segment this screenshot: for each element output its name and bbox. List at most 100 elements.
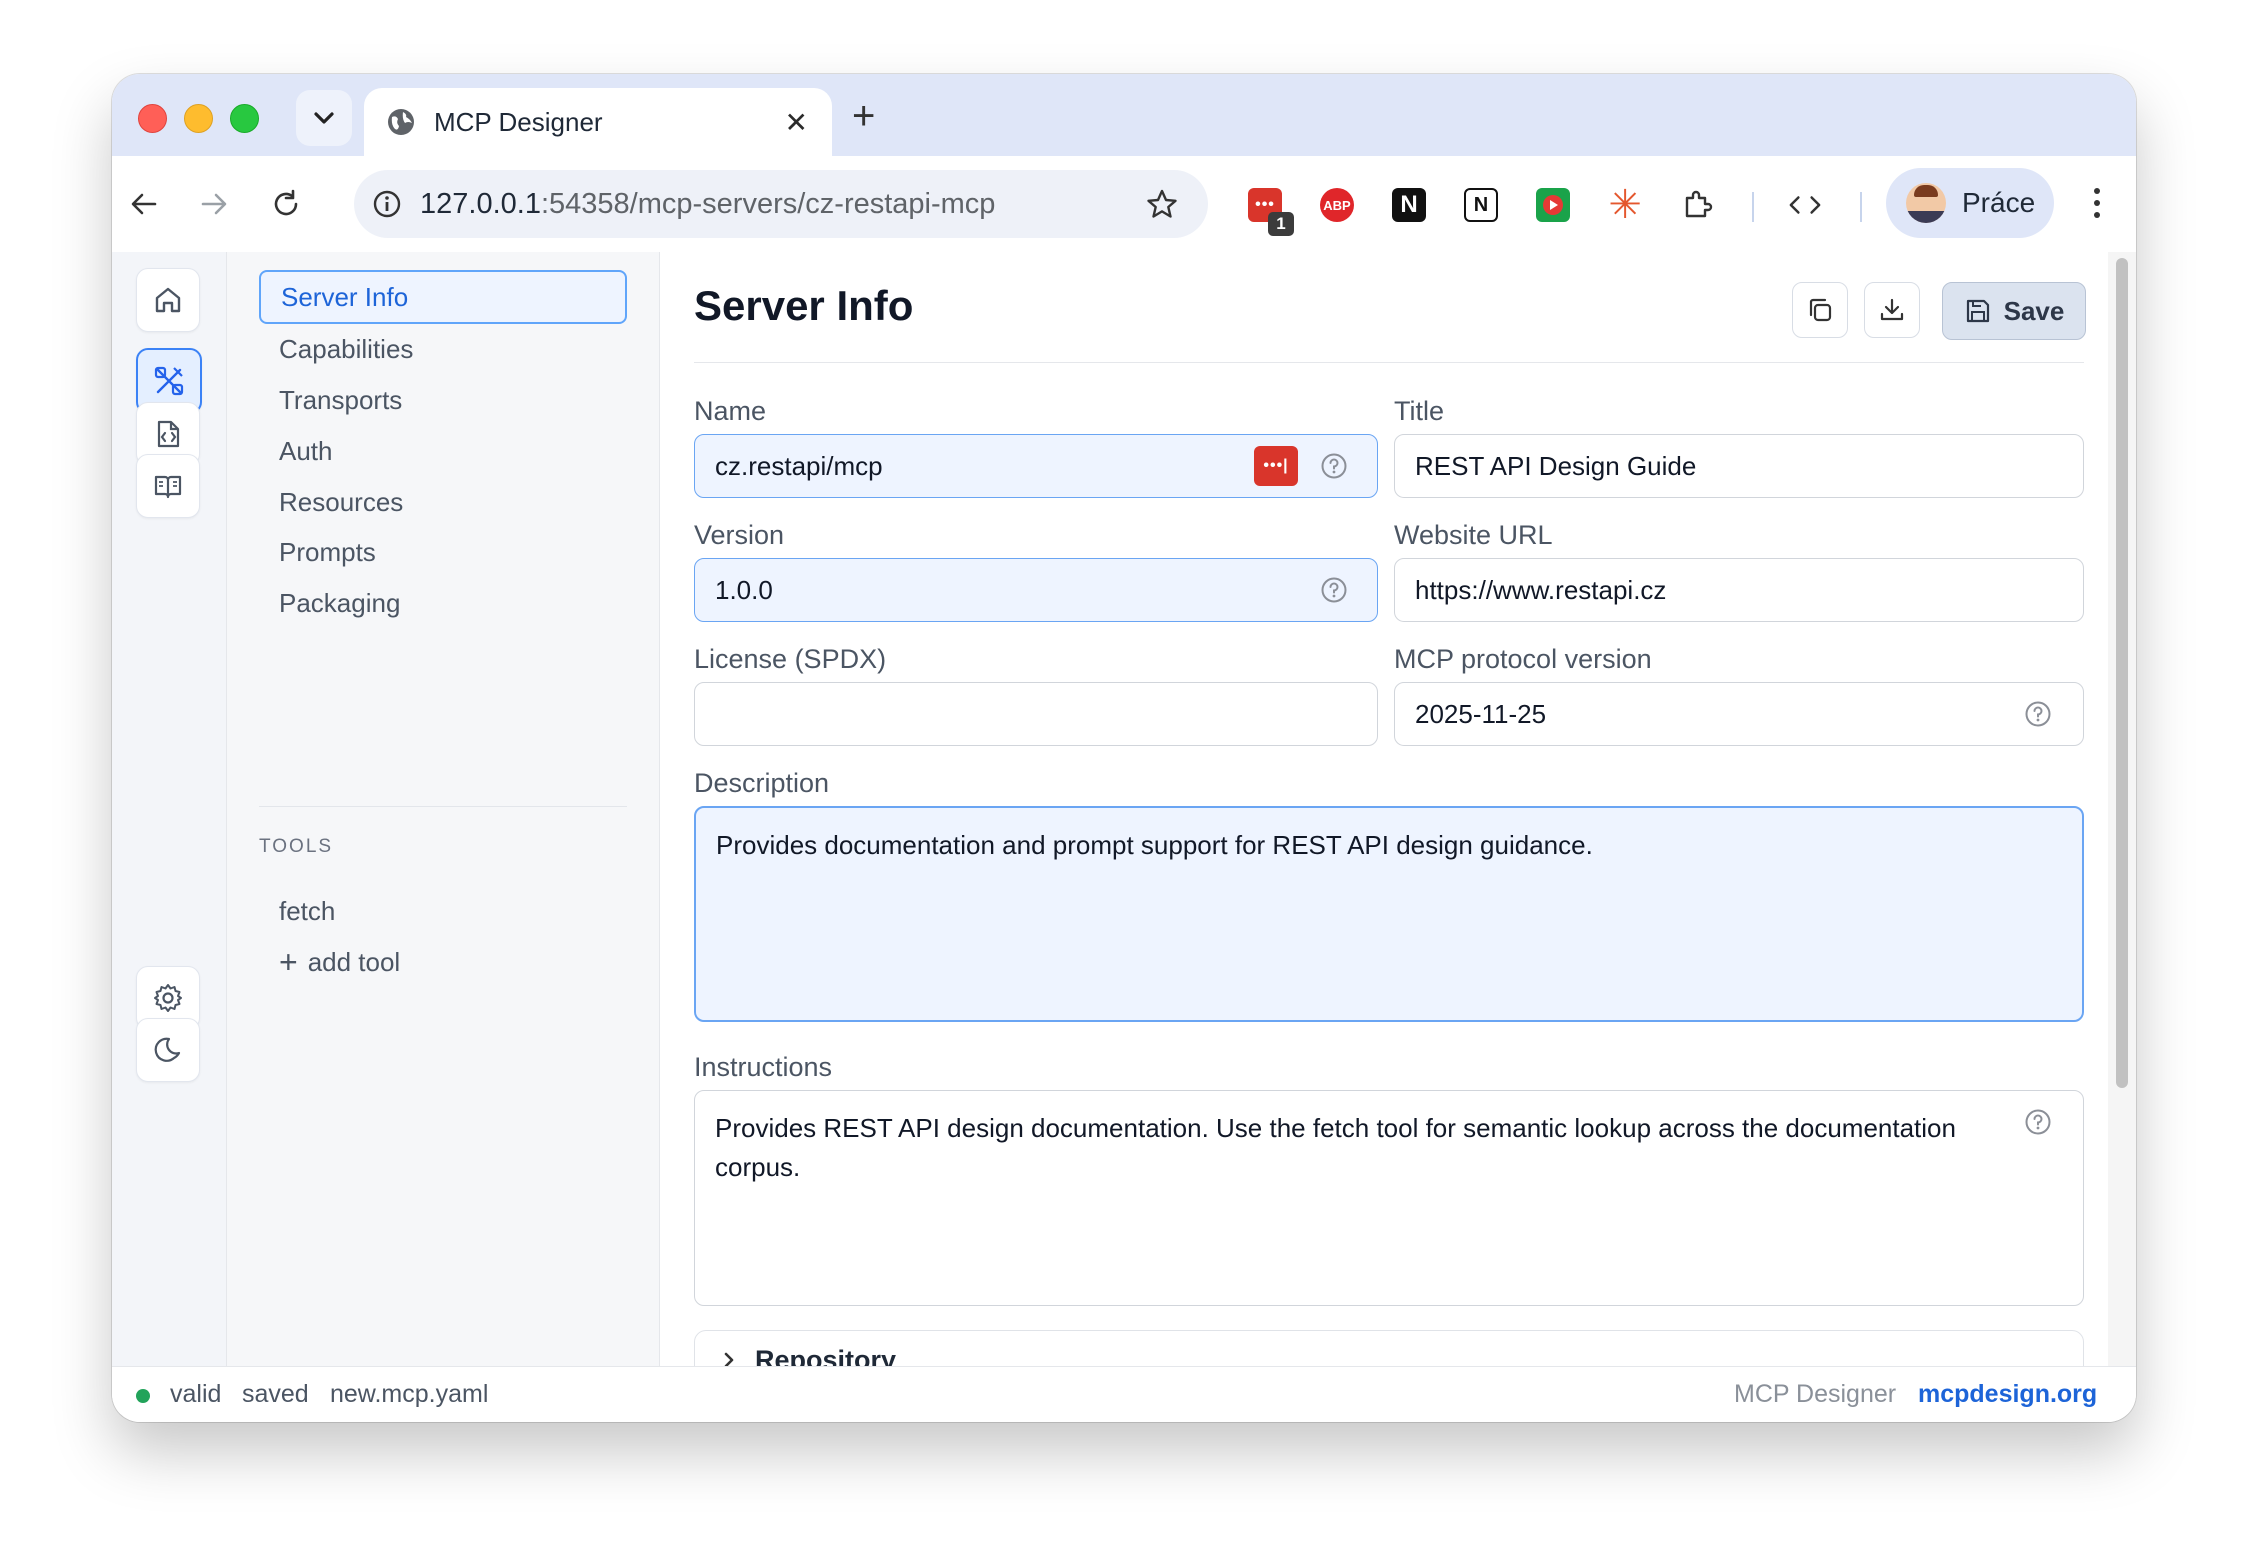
asterisk-extension-icon[interactable]: ✳ — [1608, 185, 1642, 225]
notion-icon[interactable]: N — [1392, 188, 1426, 222]
icon-rail — [112, 252, 227, 1366]
description-label: Description — [694, 768, 830, 798]
plus-icon: + — [279, 944, 298, 980]
tab-title: MCP Designer — [434, 106, 603, 137]
close-window-button[interactable] — [138, 104, 167, 133]
extensions-puzzle-icon[interactable] — [1680, 188, 1714, 222]
sidebar-item-transports[interactable]: Transports — [259, 373, 627, 427]
sidebar-item-resources[interactable]: Resources — [259, 475, 627, 529]
notion-web-clipper-icon[interactable]: N — [1464, 188, 1498, 222]
theme-toggle-button[interactable] — [136, 1018, 200, 1082]
download-icon — [1880, 298, 1904, 321]
home-button[interactable] — [136, 268, 200, 332]
repository-label: Repository — [755, 1344, 897, 1367]
arrow-right-icon — [201, 193, 227, 215]
section-sidebar: Server Info Capabilities Transports Auth… — [227, 252, 660, 1366]
download-button[interactable] — [1864, 282, 1920, 338]
adblock-icon[interactable]: ABP — [1320, 188, 1354, 222]
help-circle-icon[interactable] — [2024, 1108, 2052, 1136]
code-file-icon — [157, 420, 180, 448]
open-book-icon — [154, 475, 182, 499]
duplicate-button[interactable] — [1792, 282, 1848, 338]
kebab-menu-icon — [2094, 188, 2100, 218]
toolbar-divider — [1752, 192, 1754, 222]
gear-icon — [154, 984, 182, 1012]
main-panel: Server Info Save Name Title cz.restapi/m… — [660, 252, 2108, 1366]
title-label: Title — [1394, 396, 1445, 426]
license-label: License (SPDX) — [694, 644, 887, 674]
browser-window: MCP Designer ✕ + 127.0.0.1:54358/mcp-ser… — [112, 74, 2136, 1422]
sidebar-item-capabilities[interactable]: Capabilities — [259, 322, 627, 376]
website-url-label: Website URL — [1394, 520, 1553, 550]
browser-menu-button[interactable] — [2092, 186, 2102, 225]
app-root: Server Info Capabilities Transports Auth… — [112, 252, 2136, 1366]
copy-icon — [1809, 298, 1832, 322]
sidebar-divider — [259, 806, 627, 807]
sidebar-item-packaging[interactable]: Packaging — [259, 576, 627, 630]
tab-search-button[interactable] — [296, 90, 352, 146]
save-button[interactable]: Save — [1942, 282, 2086, 340]
valid-status: valid — [170, 1380, 222, 1408]
license-input[interactable] — [694, 682, 1378, 746]
password-autofill-icon[interactable]: •••| — [1254, 446, 1298, 486]
help-circle-icon[interactable] — [1320, 452, 1348, 480]
home-icon — [155, 287, 181, 313]
version-label: Version — [694, 520, 785, 550]
floppy-disk-icon — [1966, 299, 1989, 323]
arrow-left-icon — [131, 193, 157, 215]
title-input[interactable]: REST API Design Guide — [1394, 434, 2084, 498]
protocol-version-input[interactable]: 2025-11-25 — [1394, 682, 2084, 746]
save-label: Save — [2003, 295, 2065, 326]
sidebar-item-tool-fetch[interactable]: fetch — [259, 884, 627, 938]
help-circle-icon[interactable] — [1320, 576, 1348, 604]
site-link[interactable]: mcpdesign.org — [1918, 1380, 2097, 1409]
design-tools-icon — [154, 366, 184, 396]
protocol-version-label: MCP protocol version — [1394, 644, 1652, 674]
site-info-icon[interactable] — [372, 189, 402, 219]
devtools-code-icon[interactable] — [1788, 188, 1822, 222]
close-tab-icon[interactable]: ✕ — [785, 106, 808, 139]
profile-button[interactable]: Práce — [1886, 168, 2054, 238]
address-bar[interactable]: 127.0.0.1:54358/mcp-servers/cz-restapi-m… — [354, 170, 1208, 238]
play-icon — [1543, 195, 1563, 215]
reload-button[interactable] — [266, 184, 306, 224]
header-divider — [694, 362, 2084, 363]
avatar — [1906, 183, 1946, 223]
file-name: new.mcp.yaml — [330, 1380, 489, 1408]
description-textarea[interactable]: Provides documentation and prompt suppor… — [694, 806, 2084, 1022]
status-bar: valid saved new.mcp.yaml MCP Designer mc… — [112, 1366, 2136, 1422]
scrollbar-thumb[interactable] — [2116, 258, 2128, 1088]
reload-icon — [274, 189, 298, 216]
chevron-down-icon — [314, 112, 334, 124]
browser-tab[interactable]: MCP Designer ✕ — [364, 88, 832, 156]
add-tool-button[interactable]: + add tool — [259, 935, 627, 989]
help-circle-icon[interactable] — [2024, 700, 2052, 728]
forward-button[interactable] — [194, 184, 234, 224]
repository-accordion[interactable]: Repository — [694, 1330, 2084, 1366]
toolbar-divider — [1860, 192, 1862, 222]
instructions-textarea[interactable]: Provides REST API design documentation. … — [694, 1090, 2084, 1306]
new-tab-button[interactable]: + — [852, 96, 875, 136]
chevron-right-icon — [724, 1352, 734, 1366]
minimize-window-button[interactable] — [184, 104, 213, 133]
version-input[interactable]: 1.0.0 — [694, 558, 1378, 622]
website-url-input[interactable]: https://www.restapi.cz — [1394, 558, 2084, 622]
sidebar-item-prompts[interactable]: Prompts — [259, 525, 627, 579]
profile-name: Práce — [1962, 187, 2036, 218]
url-text: 127.0.0.1:54358/mcp-servers/cz-restapi-m… — [420, 187, 996, 220]
maximize-window-button[interactable] — [230, 104, 259, 133]
video-extension-icon[interactable] — [1536, 188, 1570, 222]
add-tool-label: add tool — [307, 946, 401, 977]
browser-toolbar: 127.0.0.1:54358/mcp-servers/cz-restapi-m… — [112, 156, 2136, 253]
tools-heading: TOOLS — [259, 836, 334, 857]
back-button[interactable] — [124, 184, 164, 224]
instructions-label: Instructions — [694, 1052, 833, 1082]
app-name: MCP Designer — [1734, 1380, 1897, 1408]
page-title: Server Info — [694, 282, 914, 329]
valid-status-dot — [136, 1389, 150, 1403]
docs-button[interactable] — [136, 454, 200, 518]
scrollbar[interactable] — [2108, 252, 2136, 1366]
bookmark-star-icon[interactable] — [1146, 188, 1178, 220]
sidebar-item-auth[interactable]: Auth — [259, 424, 627, 478]
sidebar-item-server-info[interactable]: Server Info — [259, 270, 627, 324]
